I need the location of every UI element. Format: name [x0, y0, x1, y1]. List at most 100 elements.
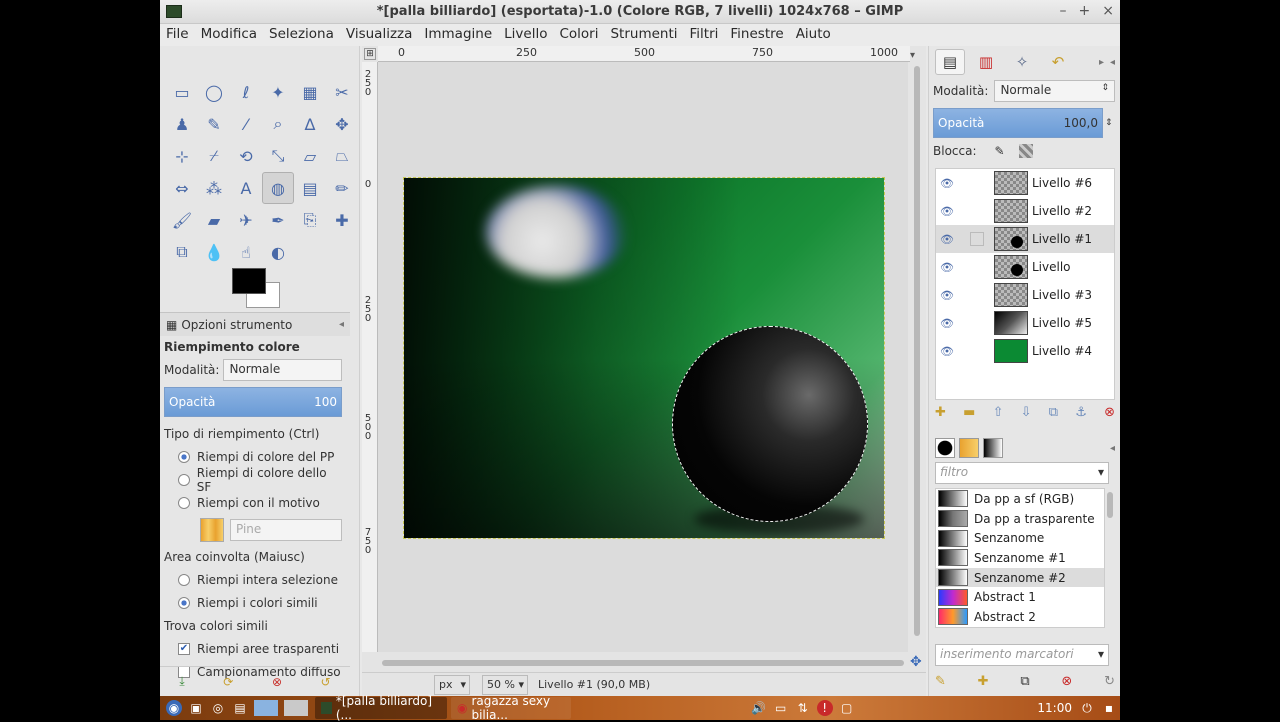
gradients-scrollbar[interactable]: [1107, 488, 1115, 628]
save-options-icon[interactable]: ⤓: [179, 674, 184, 689]
menu-item-visualizza[interactable]: Visualizza: [340, 24, 419, 46]
menu-item-livello[interactable]: Livello: [498, 24, 553, 46]
anchor-layer-icon[interactable]: ⚓: [1075, 405, 1087, 420]
reset-options-icon[interactable]: ↺: [321, 675, 331, 689]
gradient-item[interactable]: Senzanome #1: [936, 548, 1104, 568]
link-chain-icon[interactable]: [970, 344, 984, 358]
radio-option[interactable]: Riempi di colore dello SF: [164, 466, 342, 494]
color-select-icon[interactable]: ▦: [294, 76, 326, 108]
paths-tab-icon[interactable]: ✧: [1007, 49, 1037, 75]
edit-gradient-icon[interactable]: ✎: [935, 674, 946, 689]
radio-button[interactable]: [178, 497, 190, 509]
visibility-eye-icon[interactable]: 👁: [940, 233, 958, 246]
lock-alpha-icon[interactable]: [1018, 144, 1033, 158]
pattern-preview[interactable]: [200, 518, 224, 542]
horizontal-scroll-thumb[interactable]: [382, 660, 904, 666]
radio-button[interactable]: [178, 451, 190, 463]
check-option[interactable]: ✔ Riempi aree trasparenti: [164, 640, 342, 658]
link-chain-icon[interactable]: [970, 204, 984, 218]
navigate-icon[interactable]: ▾: [910, 50, 915, 61]
refresh-gradients-icon[interactable]: ↻: [1104, 674, 1115, 689]
smudge-icon[interactable]: ☝: [230, 236, 262, 268]
horizontal-ruler[interactable]: 0 250 500 750 1000: [378, 46, 910, 62]
workspace-1-icon[interactable]: [254, 700, 278, 716]
visibility-eye-icon[interactable]: 👁: [940, 205, 958, 218]
scissors-icon[interactable]: ✂: [326, 76, 358, 108]
menu-item-modifica[interactable]: Modifica: [195, 24, 263, 46]
radio-option[interactable]: Riempi intera selezione: [164, 571, 342, 589]
menu-item-strumenti[interactable]: Strumenti: [604, 24, 683, 46]
lasso-icon[interactable]: ℓ: [230, 76, 262, 108]
image-viewport[interactable]: [378, 62, 908, 652]
crop-icon[interactable]: ⌿: [198, 140, 230, 172]
workspace-2-icon[interactable]: [284, 700, 308, 716]
maximize-button[interactable]: +: [1079, 3, 1091, 19]
patterns-tab-icon[interactable]: [959, 438, 979, 458]
clock[interactable]: 11:00: [1037, 701, 1072, 715]
scale-icon[interactable]: ⤡: [262, 140, 294, 172]
tray-menu-icon[interactable]: ▪: [1101, 700, 1117, 716]
paths-icon[interactable]: ✎: [198, 108, 230, 140]
menu-item-seleziona[interactable]: Seleziona: [263, 24, 340, 46]
perspective-icon[interactable]: ⏢: [326, 140, 358, 172]
perspective-clone-icon[interactable]: ⧉: [166, 236, 198, 268]
heal-icon[interactable]: ✚: [326, 204, 358, 236]
navigation-icon[interactable]: ✥: [910, 654, 922, 670]
menu-item-aiuto[interactable]: Aiuto: [790, 24, 837, 46]
panel-menu-icon[interactable]: ◂: [339, 319, 344, 330]
gradient-item[interactable]: Abstract 2: [936, 607, 1104, 627]
vertical-scrollbar[interactable]: ▾: [908, 50, 926, 652]
tool-options-header[interactable]: ▦ Opzioni strumento ◂: [160, 312, 350, 336]
update-icon[interactable]: !: [816, 700, 833, 716]
dodge-burn-icon[interactable]: ◐: [262, 236, 294, 268]
image-canvas[interactable]: [403, 177, 885, 539]
gradients-tab-icon[interactable]: [983, 438, 1003, 458]
radio-option[interactable]: Riempi con il motivo: [164, 494, 342, 512]
panel-menu-icon[interactable]: ◂: [1110, 57, 1115, 68]
notification-icon[interactable]: ▢: [839, 700, 855, 716]
shear-icon[interactable]: ▱: [294, 140, 326, 172]
raise-layer-icon[interactable]: ⇧: [993, 405, 1004, 420]
layer-mode-dropdown[interactable]: Normale ⇕: [994, 80, 1115, 102]
foreground-select-icon[interactable]: ♟: [166, 108, 198, 140]
show-desktop-icon[interactable]: ▣: [188, 700, 204, 716]
paintbrush-icon[interactable]: 🖌: [166, 204, 198, 236]
delete-options-icon[interactable]: ⊗: [272, 675, 282, 689]
gradient-item[interactable]: Da pp a sf (RGB): [936, 489, 1104, 509]
quick-mask-icon[interactable]: ⊞: [364, 48, 376, 60]
link-chain-icon[interactable]: [970, 176, 984, 190]
measure-icon[interactable]: ∆: [294, 108, 326, 140]
clone-icon[interactable]: ⎘: [294, 204, 326, 236]
menu-item-finestre[interactable]: Finestre: [724, 24, 789, 46]
align-icon[interactable]: ⊹: [166, 140, 198, 172]
layer-row[interactable]: 👁 Livello #3: [936, 281, 1114, 309]
blur-icon[interactable]: 💧: [198, 236, 230, 268]
title-bar[interactable]: *[palla billiardo] (esportata)-1.0 (Colo…: [160, 0, 1120, 24]
menu-item-filtri[interactable]: Filtri: [684, 24, 725, 46]
delete-layer-icon[interactable]: ⊗: [1104, 405, 1115, 420]
eraser-icon[interactable]: ▰: [198, 204, 230, 236]
zoom-icon[interactable]: ⌕: [262, 108, 294, 140]
delete-gradient-icon[interactable]: ⊗: [1061, 674, 1072, 689]
new-layer-icon[interactable]: ✚: [935, 405, 946, 420]
blend-icon[interactable]: ▤: [294, 172, 326, 204]
radio-option[interactable]: Riempi i colori simili: [164, 594, 342, 612]
flip-icon[interactable]: ⇔: [166, 172, 198, 204]
brushes-tab-icon[interactable]: [935, 438, 955, 458]
visibility-eye-icon[interactable]: 👁: [940, 177, 958, 190]
link-chain-icon[interactable]: [970, 316, 984, 330]
vertical-scroll-thumb[interactable]: [914, 66, 920, 636]
text-icon[interactable]: A: [230, 172, 262, 204]
duplicate-layer-icon[interactable]: ⧉: [1049, 405, 1058, 420]
visibility-eye-icon[interactable]: 👁: [940, 261, 958, 274]
airbrush-icon[interactable]: ✈: [230, 204, 262, 236]
cage-icon[interactable]: ⁂: [198, 172, 230, 204]
zoom-selector[interactable]: 50 % ▾: [482, 674, 528, 695]
layer-row[interactable]: 👁 Livello #2: [936, 197, 1114, 225]
link-chain-icon[interactable]: [970, 288, 984, 302]
restore-options-icon[interactable]: ⟳: [223, 675, 233, 689]
unit-selector[interactable]: px ▾: [434, 674, 470, 695]
rect-select-icon[interactable]: ▭: [166, 76, 198, 108]
move-icon[interactable]: ✥: [326, 108, 358, 140]
close-button[interactable]: ×: [1102, 3, 1114, 19]
